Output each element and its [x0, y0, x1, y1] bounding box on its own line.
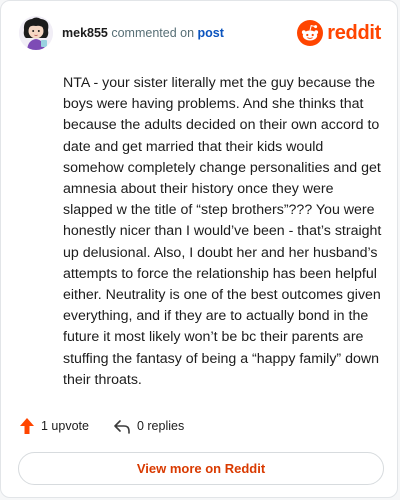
avatar-illustration-icon	[19, 16, 53, 50]
username-link[interactable]: mek855	[62, 26, 108, 40]
upvote-count: 1 upvote	[41, 419, 89, 433]
view-more-button[interactable]: View more on Reddit	[18, 452, 384, 485]
upvote-button[interactable]: 1 upvote	[19, 417, 89, 435]
attribution-verb: commented on	[111, 26, 195, 40]
comment-embed-card: mek855 commented on post reddit NTA - yo…	[0, 0, 398, 498]
replies-button[interactable]: 0 replies	[113, 418, 184, 434]
comment-header: mek855 commented on post reddit	[19, 15, 381, 51]
comment-attribution: mek855 commented on post	[62, 26, 224, 40]
post-link[interactable]: post	[198, 26, 224, 40]
reply-count: 0 replies	[136, 419, 185, 433]
avatar[interactable]	[19, 16, 53, 50]
reddit-snoo-icon	[297, 20, 324, 46]
comment-body: NTA - your sister literally met the guy …	[63, 75, 382, 388]
reply-arrow-icon	[114, 420, 130, 434]
upvote-arrow-icon	[20, 418, 34, 434]
comment-actions: 1 upvote 0 replies	[19, 417, 184, 435]
reddit-wordmark: reddit	[327, 21, 381, 44]
reddit-logo[interactable]: reddit	[297, 20, 381, 46]
